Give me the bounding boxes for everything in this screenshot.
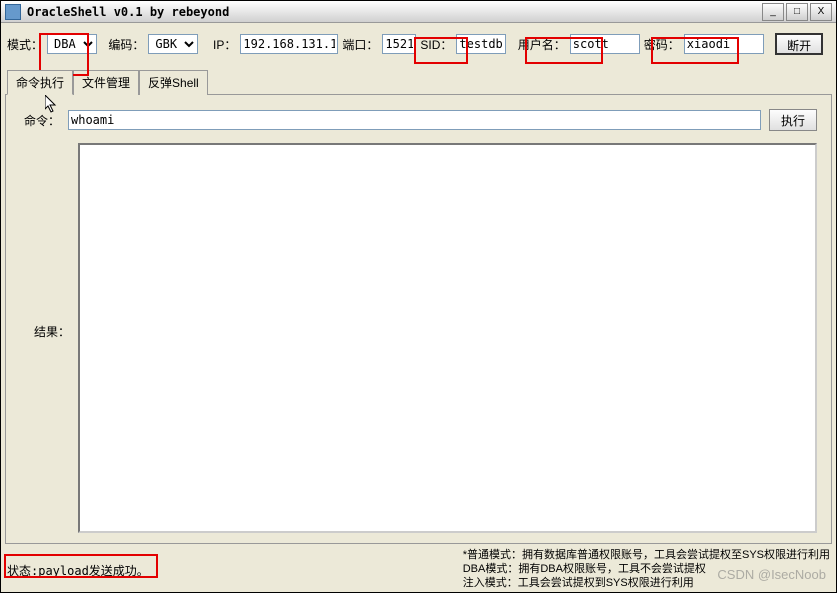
help-dba-mode: DBA模式：拥有DBA权限账号，工具不会尝试提权 [463, 562, 830, 576]
mode-help-text: *普通模式：拥有数据库普通权限账号，工具会尝试提权至SYS权限进行利用 DBA模… [463, 548, 830, 590]
sid-input[interactable] [456, 34, 506, 54]
cmd-label: 命令： [20, 112, 60, 129]
result-row: 结果： [20, 143, 817, 533]
pass-label: 密码： [644, 36, 680, 53]
command-row: 命令： 执行 [20, 109, 817, 131]
ip-input[interactable] [240, 34, 338, 54]
help-common-mode: *普通模式：拥有数据库普通权限账号，工具会尝试提权至SYS权限进行利用 [463, 548, 830, 562]
sid-label: SID： [420, 36, 452, 53]
window-controls: _ □ X [762, 3, 832, 21]
result-output[interactable] [78, 143, 817, 533]
port-label: 端口： [342, 36, 378, 53]
status-bar: 状态:payload发送成功。 *普通模式：拥有数据库普通权限账号，工具会尝试提… [1, 544, 836, 592]
app-icon [5, 4, 21, 20]
encoding-label: 编码： [108, 36, 144, 53]
window-title: OracleShell v0.1 by rebeyond [27, 5, 229, 19]
cmd-input[interactable] [68, 110, 761, 130]
user-label: 用户名： [518, 36, 566, 53]
close-button[interactable]: X [810, 3, 832, 21]
disconnect-button[interactable]: 断开 [775, 33, 823, 55]
mode-label: 模式： [7, 36, 43, 53]
encoding-select[interactable]: GBK [148, 34, 198, 54]
execute-button[interactable]: 执行 [769, 109, 817, 131]
help-inject-mode: 注入模式：工具会尝试提权到SYS权限进行利用 [463, 576, 830, 590]
user-input[interactable] [570, 34, 640, 54]
tab-strip: 命令执行 文件管理 反弹Shell [1, 69, 836, 94]
client-area: 模式： DBA 编码： GBK IP： 端口： SID： 用户名： 密码： 断开… [1, 23, 836, 592]
mode-select[interactable]: DBA [47, 34, 97, 54]
tab-reverse-shell[interactable]: 反弹Shell [139, 70, 208, 95]
titlebar: OracleShell v0.1 by rebeyond _ □ X [1, 1, 836, 23]
pass-input[interactable] [684, 34, 764, 54]
status-text: 状态:payload发送成功。 [7, 548, 149, 579]
connection-toolbar: 模式： DBA 编码： GBK IP： 端口： SID： 用户名： 密码： 断开 [1, 23, 836, 69]
tab-body: 命令： 执行 结果： [5, 94, 832, 544]
tab-file-manage[interactable]: 文件管理 [73, 70, 139, 95]
tab-cmd-exec[interactable]: 命令执行 [7, 70, 73, 95]
maximize-button[interactable]: □ [786, 3, 808, 21]
result-label: 结果： [20, 143, 70, 533]
minimize-button[interactable]: _ [762, 3, 784, 21]
ip-label: IP： [213, 36, 236, 53]
port-input[interactable] [382, 34, 416, 54]
